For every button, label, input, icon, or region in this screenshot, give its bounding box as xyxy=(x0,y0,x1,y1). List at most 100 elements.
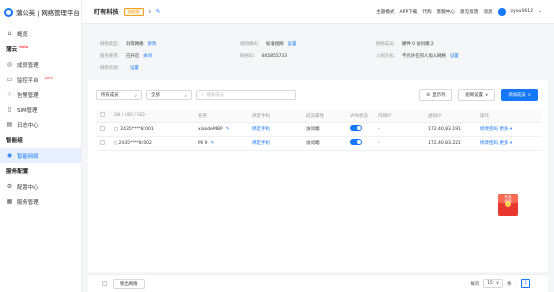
row-checkbox[interactable] xyxy=(96,122,110,137)
change-password-link[interactable]: 修改密码 xyxy=(480,127,498,132)
close-service-link[interactable]: 关闭 xyxy=(143,54,152,59)
sidebar-item-label: 概览 xyxy=(17,31,28,38)
brand-name: 蒲公英 | 网络管理平台 xyxy=(16,8,80,17)
table-footer: 移出网络 每页 15 ∨ 条 ‹ 1 › xyxy=(88,274,548,292)
remove-from-network-button[interactable]: 移出网络 xyxy=(113,278,145,289)
link-feedback[interactable]: 意见反馈 xyxy=(460,9,478,15)
sidebar-item-logs[interactable]: ▤ 日志中心 xyxy=(0,117,81,132)
link-app-download[interactable]: APP下载 xyxy=(400,9,418,15)
per-page-select[interactable]: 15 ∨ xyxy=(483,279,504,288)
more-link[interactable]: 更多 ▾ xyxy=(499,127,512,132)
toolbar: ☰ 显示列 组网设置 ∨ 添加成员 ∨ xyxy=(419,89,538,101)
select-all-checkbox[interactable] xyxy=(96,110,110,123)
columns-icon: ☰ xyxy=(426,92,431,98)
beta-badge: beta xyxy=(19,45,29,49)
col-phone[interactable]: 绑定手机 xyxy=(248,110,302,123)
feedback-promo[interactable]: 有奖 反馈 xyxy=(496,192,520,218)
info-resources: 网络资源： 设置 xyxy=(100,66,139,71)
beta-badge: beta xyxy=(44,75,53,80)
col-lan-ip[interactable]: 内网IP xyxy=(374,110,424,123)
info-service: 服务要求： 已开启 关闭 xyxy=(100,54,152,59)
users-icon: ◎ xyxy=(6,61,13,68)
bind-phone-link[interactable]: 绑定手机 xyxy=(252,141,270,146)
top-header: 盯有科技 旗舰版 ∨ ✎ 主题模式 APP下载 代购 客服中心 意见反馈 消息 … xyxy=(82,0,554,24)
sidebar-item-overview[interactable]: ⌂ 概览 xyxy=(0,26,81,41)
search-icon: ⌕ xyxy=(201,93,204,98)
set-resources-link[interactable]: 设置 xyxy=(130,66,139,71)
sidebar-item-sim[interactable]: ▯ SIM管理 xyxy=(0,102,81,117)
link-messages[interactable]: 消息 xyxy=(483,9,492,15)
vpn-toggle[interactable] xyxy=(350,139,362,145)
more-link[interactable]: 更多 ▾ xyxy=(499,141,512,146)
modify-type-link[interactable]: 修改 xyxy=(148,42,157,47)
sidebar-group-smart: 智能组 xyxy=(6,138,23,144)
edit-icon[interactable]: ✎ xyxy=(156,9,161,15)
attr-value: 访问端 xyxy=(302,122,346,137)
col-attr[interactable]: 成员属性 xyxy=(302,110,346,123)
filter-bar: 所有成员 ∨ 全部 ∨ ⌕ 搜索成员 xyxy=(96,90,296,100)
link-support[interactable]: 客服中心 xyxy=(437,9,455,15)
col-virtual-ip[interactable]: 虚拟IP xyxy=(424,110,476,123)
col-vpn[interactable]: VPN状态 xyxy=(346,110,374,123)
link-theme[interactable]: 主题模式 xyxy=(376,9,394,15)
columns-button[interactable]: ☰ 显示列 xyxy=(419,89,453,101)
table-row: ▯ 2435****8:002 Mi 9 ✎ 绑定手机 访问端 - 172.40.8… xyxy=(96,136,542,151)
sidebar-item-alarm[interactable]: ♢ 告警管理 xyxy=(0,87,81,102)
attr-value: 访问端 xyxy=(302,136,346,151)
sn-value: 2435****8:002 xyxy=(118,140,152,146)
info-type: 网络类型： 对等网络 修改 xyxy=(100,42,157,47)
promo-text: 有奖 反馈 xyxy=(504,195,512,203)
virtual-ip-value: 172.40.83.221 xyxy=(424,136,476,151)
bind-phone-link[interactable]: 绑定手机 xyxy=(252,127,270,132)
sidebar-group-service: 服务配置 xyxy=(6,169,29,175)
add-member-button[interactable]: 添加成员 ∨ xyxy=(501,89,538,101)
sidebar-item-smart-network[interactable]: ◉ 智能网络 xyxy=(0,148,81,163)
config-icon: ⚙ xyxy=(6,183,13,190)
sim-icon: ▯ xyxy=(7,106,12,113)
net-settings-button[interactable]: 组网设置 ∨ xyxy=(458,89,496,101)
version-badge[interactable]: 旗舰版 xyxy=(123,7,144,16)
sidebar-nav: ⌂ 概览 蒲云 beta ◎ 成员管理 ▭ 监控平台 beta ♢ 告警管理 ▯ S… xyxy=(0,24,81,209)
next-page-icon[interactable]: › xyxy=(534,281,536,286)
company-name[interactable]: 盯有科技 xyxy=(94,7,119,16)
status-filter-select[interactable]: 全部 ∨ xyxy=(146,90,192,100)
info-members: 网络成员： 硬件 0 访问端 2 xyxy=(376,42,434,47)
members-table: SN / UID / SID 名称 绑定手机 成员属性 VPN状态 内网IP 虚… xyxy=(96,110,542,151)
username[interactable]: zyou0612 xyxy=(511,9,534,14)
sidebar: 蒲公英 | 网络管理平台 ⌂ 概览 蒲云 beta ◎ 成员管理 ▭ 监控平台 be… xyxy=(0,0,82,292)
footer-select-all-checkbox[interactable] xyxy=(102,281,107,286)
device-icon: ▢ xyxy=(114,126,119,132)
sidebar-item-members[interactable]: ◎ 成员管理 xyxy=(0,57,81,72)
row-checkbox[interactable] xyxy=(96,136,110,151)
brand[interactable]: 蒲公英 | 网络管理平台 xyxy=(0,0,81,24)
chevron-down-icon[interactable]: ∨ xyxy=(148,9,152,15)
chevron-down-icon: ∨ xyxy=(134,92,137,98)
page-number[interactable]: 1 xyxy=(521,279,531,288)
member-name: Mi 9 xyxy=(198,140,208,146)
chevron-down-icon: ∨ xyxy=(495,281,500,286)
prev-page-icon[interactable]: ‹ xyxy=(515,281,517,286)
col-name[interactable]: 名称 xyxy=(194,110,248,123)
network-info: 网络类型： 对等网络 修改 组网模式： 标准组网 设置 网络成员： 硬件 0 访问端 2 … xyxy=(94,32,544,76)
member-filter-select[interactable]: 所有成员 ∨ xyxy=(96,90,142,100)
sidebar-group-cloud: 蒲云 beta xyxy=(6,45,29,53)
chevron-down-icon[interactable]: ⌄ xyxy=(538,9,542,14)
vpn-toggle[interactable] xyxy=(350,125,362,131)
sidebar-item-service[interactable]: ▦ 服务管理 xyxy=(0,194,81,209)
search-input[interactable]: ⌕ 搜索成员 xyxy=(196,90,296,100)
change-password-link[interactable]: 修改密码 xyxy=(480,141,498,146)
edit-icon[interactable]: ✎ xyxy=(210,141,214,146)
avatar[interactable] xyxy=(497,7,506,16)
per-page-unit: 条 xyxy=(507,281,512,287)
logo-icon xyxy=(4,7,13,17)
info-id: 网络ID： 845855733 xyxy=(240,54,288,59)
set-join-link[interactable]: 设置 xyxy=(450,54,459,59)
edit-icon[interactable]: ✎ xyxy=(226,127,230,132)
col-sn[interactable]: SN / UID / SID xyxy=(110,110,194,123)
sidebar-item-monitor[interactable]: ▭ 监控平台 beta xyxy=(0,72,81,87)
sidebar-item-config[interactable]: ⚙ 配置中心 xyxy=(0,179,81,194)
info-mode: 组网模式： 标准组网 设置 xyxy=(240,42,297,47)
set-mode-link[interactable]: 设置 xyxy=(288,42,297,47)
chevron-down-icon: ∨ xyxy=(527,92,531,98)
link-proxy[interactable]: 代购 xyxy=(422,9,431,15)
